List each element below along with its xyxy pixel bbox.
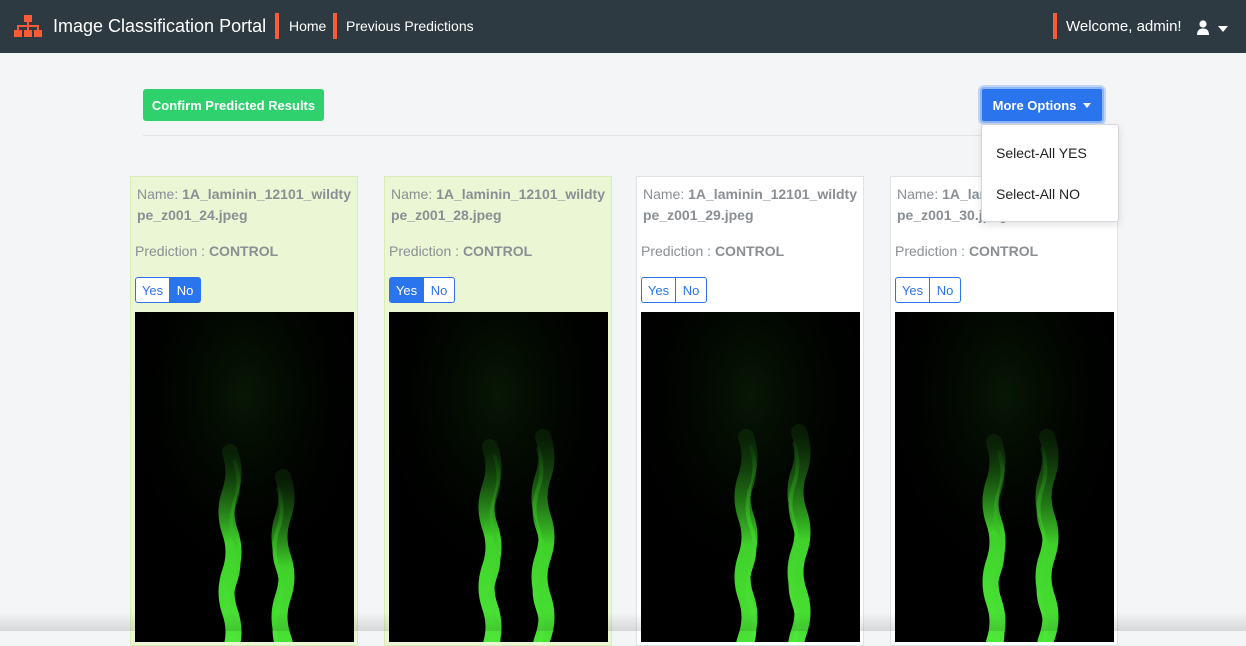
prediction-label: Prediction : <box>895 243 969 259</box>
welcome-text: Welcome, admin! <box>1066 18 1182 35</box>
prediction: Prediction : CONTROL <box>895 243 1038 259</box>
image-name: Name: 1A_laminin_12101_wildtype_z001_28.… <box>391 184 609 226</box>
image-name-label: Name: <box>137 186 183 202</box>
prediction: Prediction : CONTROL <box>135 243 278 259</box>
yes-no-toggle: Yes No <box>641 277 707 303</box>
yes-button[interactable]: Yes <box>135 277 170 303</box>
yes-no-toggle: Yes No <box>895 277 961 303</box>
prediction: Prediction : CONTROL <box>641 243 784 259</box>
prediction-card: Name: 1A_laminin_12101_wildtype_z001_28.… <box>384 176 612 646</box>
image-name-label: Name: <box>391 186 437 202</box>
yes-button[interactable]: Yes <box>389 277 424 303</box>
nav-link-previous-predictions[interactable]: Previous Predictions <box>346 18 474 34</box>
prediction-value: CONTROL <box>462 243 533 259</box>
app-title[interactable]: Image Classification Portal <box>53 16 266 37</box>
prediction-label: Prediction : <box>641 243 715 259</box>
prediction-card: Name: 1A_laminin_12101_wildtype_z001_29.… <box>636 176 864 646</box>
prediction-label: Prediction : <box>389 243 463 259</box>
nav-link-home[interactable]: Home <box>289 18 326 34</box>
image-name: Name: 1A_laminin_12101_wildtype_z001_24.… <box>137 184 355 226</box>
yes-button[interactable]: Yes <box>641 277 676 303</box>
navbar: Image Classification Portal Home Previou… <box>0 0 1246 53</box>
more-options-label: More Options <box>992 97 1077 113</box>
nav-separator <box>1053 13 1057 39</box>
confirm-predicted-results-button[interactable]: Confirm Predicted Results <box>143 89 324 121</box>
prediction-value: CONTROL <box>714 243 785 259</box>
toolbar-divider <box>143 135 1103 136</box>
prediction-value: CONTROL <box>208 243 279 259</box>
prediction-card: Name: 1A_laminin_12101_wildtype_z001_30.… <box>890 176 1118 646</box>
microscopy-image[interactable] <box>641 312 860 642</box>
prediction-label: Prediction : <box>135 243 209 259</box>
yes-no-toggle: Yes No <box>135 277 201 303</box>
no-button[interactable]: No <box>170 277 201 303</box>
more-options-button[interactable]: More Options <box>980 87 1104 123</box>
microscopy-image[interactable] <box>895 312 1114 642</box>
caret-down-icon <box>1083 102 1092 108</box>
image-name-label: Name: <box>897 186 943 202</box>
user-menu-toggle[interactable] <box>1196 18 1230 38</box>
no-button[interactable]: No <box>424 277 455 303</box>
no-button[interactable]: No <box>930 277 961 303</box>
nav-separator <box>275 13 279 39</box>
prediction: Prediction : CONTROL <box>389 243 532 259</box>
microscopy-image[interactable] <box>389 312 608 642</box>
prediction-card: Name: 1A_laminin_12101_wildtype_z001_24.… <box>130 176 358 646</box>
microscopy-image[interactable] <box>135 312 354 642</box>
nav-separator <box>333 13 337 39</box>
image-name: Name: 1A_laminin_12101_wildtype_z001_29.… <box>643 184 861 226</box>
prediction-value: CONTROL <box>968 243 1039 259</box>
select-all-no-item[interactable]: Select-All NO <box>996 186 1080 202</box>
no-button[interactable]: No <box>676 277 707 303</box>
sitemap-icon <box>14 15 42 37</box>
yes-button[interactable]: Yes <box>895 277 930 303</box>
image-name-label: Name: <box>643 186 689 202</box>
yes-no-toggle: Yes No <box>389 277 455 303</box>
more-options-dropdown: Select-All YES Select-All NO <box>981 124 1119 222</box>
chevron-down-icon <box>1218 26 1228 32</box>
select-all-yes-item[interactable]: Select-All YES <box>996 145 1087 161</box>
